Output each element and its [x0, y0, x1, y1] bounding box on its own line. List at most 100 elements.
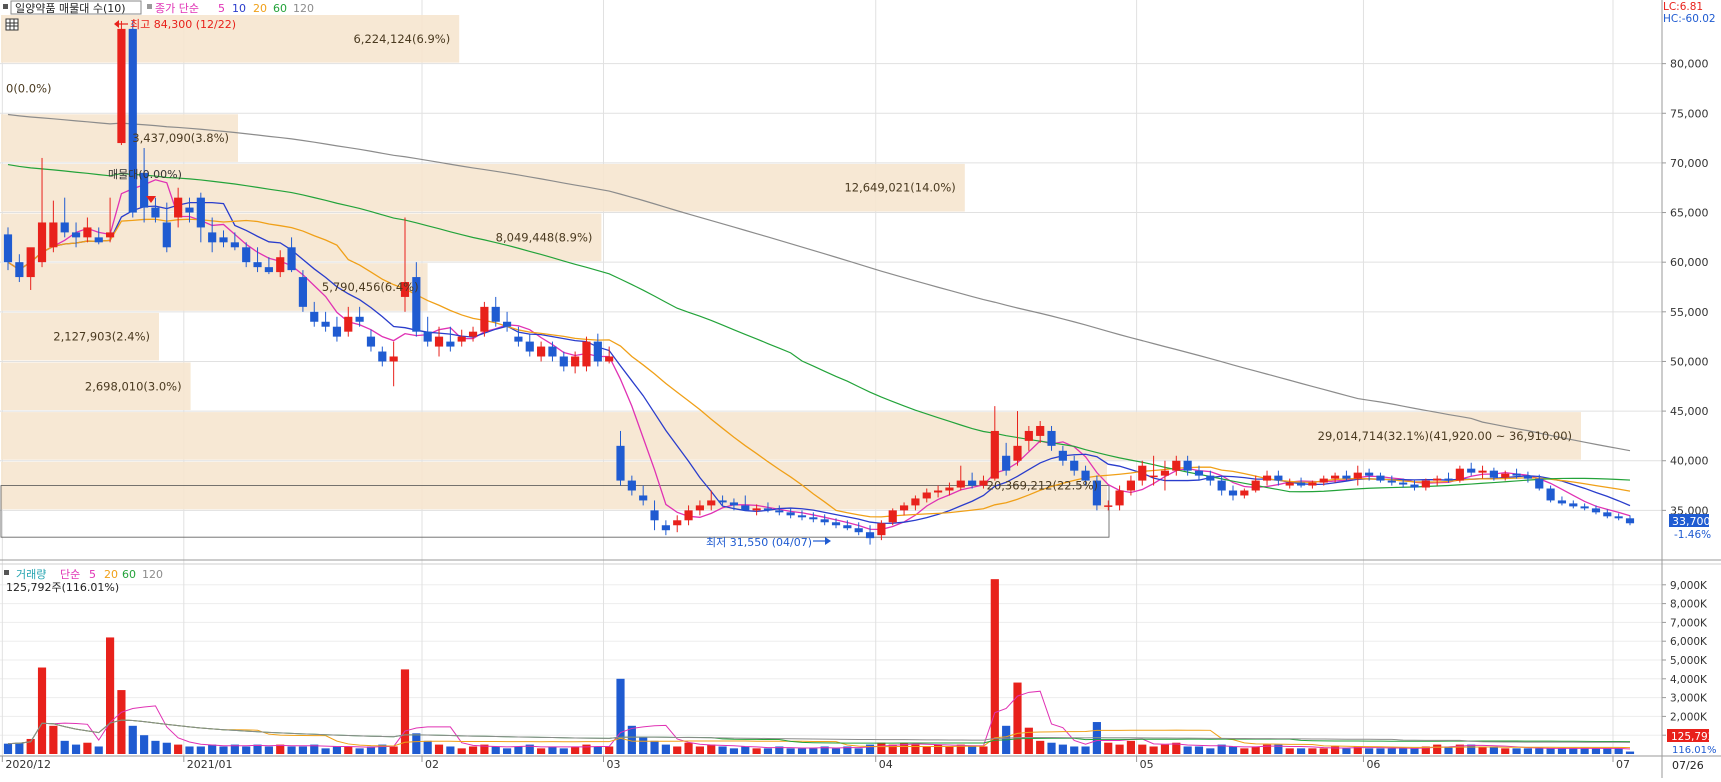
stock-chart[interactable]: 6,224,124(6.9%) 0(0.0%) 3,437,090(3.8%) 12,…	[0, 0, 1721, 778]
volume-bar	[809, 748, 818, 754]
candle-body	[1387, 480, 1396, 483]
candle-body	[1002, 455, 1011, 471]
candle-body	[298, 277, 307, 307]
collapse-icon[interactable]	[3, 4, 8, 9]
volume-bar	[128, 725, 137, 754]
volume-bar	[1535, 748, 1544, 754]
last-date: 07/26	[1672, 759, 1704, 772]
candle-body	[1228, 490, 1238, 496]
month-label: 05	[1140, 758, 1154, 771]
volume-ma-60-label: 60	[122, 568, 136, 581]
volume-bar	[831, 748, 841, 754]
candle-body	[242, 247, 251, 263]
candle-body	[196, 197, 205, 228]
volume-bar	[1194, 746, 1204, 754]
candle-body	[276, 257, 285, 273]
volume-profile-label: 5,790,456(6.4%)	[322, 280, 419, 294]
candle-body	[831, 522, 841, 526]
volume-bar	[559, 748, 568, 754]
volume-bar	[605, 746, 614, 754]
volume-bar	[1138, 744, 1147, 754]
candle-body	[3, 234, 13, 263]
candle-body	[185, 207, 194, 213]
volume-bar	[1104, 742, 1113, 754]
volume-profile-label: 8,049,448(8.9%)	[496, 230, 593, 244]
volume-bar	[1047, 742, 1056, 754]
volume-bar	[287, 746, 296, 754]
indicator-title: 일양약품 매물대 수(10)	[15, 1, 126, 15]
candle-body	[106, 232, 115, 238]
ma-20-label: 20	[253, 2, 267, 15]
candle-body	[888, 510, 897, 523]
candle-body	[287, 247, 296, 271]
candle-body	[1274, 475, 1283, 481]
volume-bar	[514, 746, 523, 754]
volume-bar	[1024, 727, 1033, 754]
candle-body	[661, 525, 670, 531]
candle-body	[208, 232, 217, 243]
profile-mid-label: 매물대(0.00%)	[108, 168, 182, 181]
price-change: -1.46%	[1674, 529, 1711, 541]
volume-tick-label: 3,000K	[1670, 693, 1708, 705]
table-icon[interactable]	[5, 18, 19, 31]
volume-bar	[389, 746, 398, 754]
ma-10-label: 10	[232, 2, 246, 15]
candle-body	[1251, 480, 1260, 491]
candle-body	[1614, 516, 1623, 519]
chart-canvas[interactable]: 6,224,124(6.9%) 0(0.0%) 3,437,090(3.8%) 12,…	[0, 0, 1721, 778]
volume-bar	[344, 746, 353, 754]
candle-body	[775, 510, 784, 513]
current-volume-pct: 116.01%	[1672, 745, 1717, 756]
candle-body	[571, 356, 580, 367]
candle-body	[843, 525, 852, 529]
volume-bar	[922, 746, 931, 754]
volume-bar	[1614, 748, 1623, 754]
candle-body	[1625, 518, 1635, 524]
volume-bar	[242, 746, 251, 754]
volume-bar	[571, 746, 580, 754]
volume-bar	[37, 667, 47, 754]
price-tick-label: 50,000	[1670, 355, 1709, 368]
volume-bar	[763, 748, 773, 754]
candle-body	[956, 480, 965, 488]
volume-bar	[1058, 744, 1067, 754]
volume-current-value: 125,792주(116.01%)	[6, 581, 119, 594]
volume-bar	[1160, 744, 1170, 754]
high-label: 최고 84,300 (12/22)	[130, 18, 236, 31]
volume-bar	[253, 744, 262, 754]
candle-body	[1591, 508, 1601, 513]
volume-bar	[990, 579, 999, 754]
candle-body	[1138, 465, 1147, 481]
volume-bar	[1115, 744, 1124, 754]
volume-collapse-icon[interactable]	[4, 570, 9, 575]
volume-bar	[1512, 748, 1521, 754]
candle-body	[1399, 482, 1408, 485]
candle-body	[1478, 470, 1487, 473]
volume-title: 거래량	[16, 568, 46, 581]
candle-body	[321, 321, 330, 327]
volume-bar	[151, 740, 160, 754]
price-tick-label: 60,000	[1670, 256, 1709, 269]
candle-body	[1331, 475, 1340, 479]
candle-body	[514, 336, 523, 342]
candle-body	[1546, 488, 1555, 501]
volume-bar	[219, 746, 228, 754]
candle-body	[537, 346, 546, 357]
candle-body	[1512, 473, 1521, 476]
price-tick-label: 55,000	[1670, 306, 1709, 319]
candle-body	[1433, 478, 1442, 481]
candle-body	[468, 331, 478, 337]
volume-bar	[1013, 682, 1022, 754]
candle-body	[582, 341, 591, 367]
candle-body	[865, 532, 875, 539]
volume-bar	[332, 746, 342, 754]
candle-body	[1240, 490, 1249, 496]
candle-body	[1183, 460, 1192, 471]
volume-bar	[945, 746, 954, 754]
candle-body	[502, 321, 512, 327]
candle-body	[673, 520, 682, 526]
candle-body	[1296, 482, 1306, 486]
candle-body	[26, 247, 35, 278]
volume-bar	[71, 744, 81, 754]
candle-body	[1489, 470, 1498, 478]
